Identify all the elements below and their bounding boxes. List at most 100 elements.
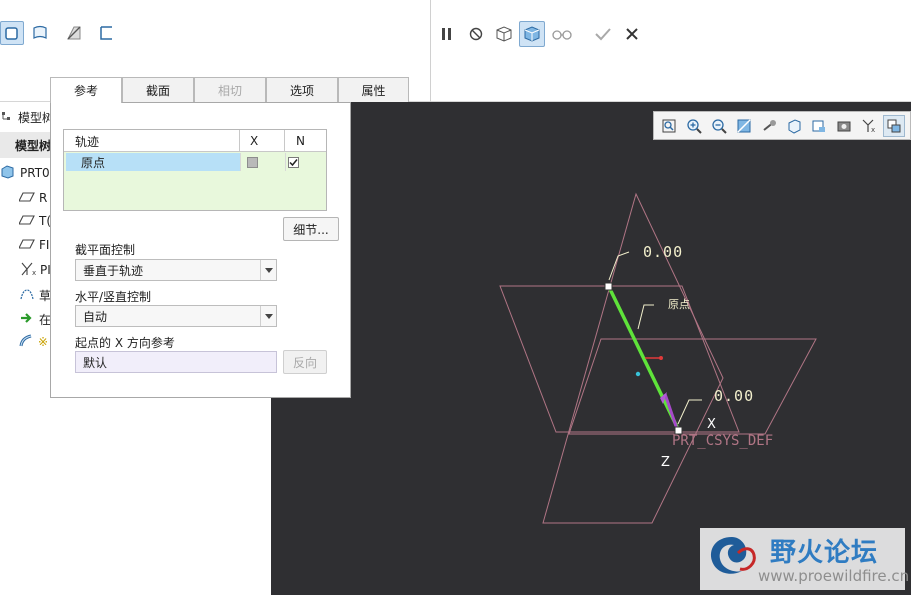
part-icon — [0, 164, 16, 182]
ribbon-divider — [430, 0, 431, 102]
axis-z-label: Z — [661, 455, 670, 470]
pause-icon[interactable] — [435, 22, 459, 46]
tab-options[interactable]: 选项 — [266, 77, 338, 102]
chevron-down-icon — [260, 306, 276, 326]
tree-item-label: ※ — [38, 335, 49, 349]
no-preview-icon[interactable] — [464, 22, 488, 46]
tab-properties[interactable]: 属性 — [338, 77, 409, 102]
flip-button[interactable]: 反向 — [283, 350, 327, 374]
table-row[interactable]: 原点 — [66, 153, 240, 171]
preview-geometry-icon[interactable] — [492, 22, 516, 46]
section-plane-control-value: 垂直于轨迹 — [83, 263, 144, 278]
model-graphics: 0.00 原点 0.00 X Z PRT_CSYS_DEF — [499, 192, 817, 524]
details-button[interactable]: 细节... — [283, 217, 339, 241]
table-header: 轨迹 X N — [64, 130, 326, 152]
thicken-icon[interactable] — [94, 21, 118, 45]
start-arrow-shaft — [663, 393, 679, 430]
watermark-url: www.proewildfire.cn — [758, 567, 910, 585]
col-divider — [240, 153, 241, 171]
insert-arrow-icon — [19, 311, 35, 328]
tree-item-sweep[interactable]: ※ — [19, 331, 48, 353]
tree-item-datum-top[interactable]: T( — [18, 210, 51, 232]
trajectory-table: 轨迹 X N 原点 — [63, 129, 327, 211]
dim-bottom-value: 0.00 — [714, 387, 754, 405]
csys-icon: x — [19, 261, 37, 280]
confirm-check-icon[interactable] — [591, 22, 615, 46]
datum-plane-front — [542, 192, 724, 524]
tree-item-datum-right[interactable]: R — [18, 187, 48, 209]
check-icon — [289, 159, 298, 167]
tree-icon — [0, 110, 14, 125]
surface-icon[interactable] — [28, 21, 52, 45]
trajectory-name: 原点 — [81, 156, 106, 170]
display-style-icon[interactable] — [783, 115, 805, 137]
graphics-viewport[interactable]: 0.00 原点 0.00 X Z PRT_CSYS_DEF — [271, 102, 911, 595]
model-tree-header[interactable]: 模型树 — [0, 106, 54, 128]
solid-icon[interactable] — [0, 21, 24, 45]
datum-display-icon[interactable]: x — [858, 115, 880, 137]
col-divider — [285, 153, 286, 171]
annotation-display-icon[interactable] — [883, 114, 905, 137]
col-trajectory: 轨迹 — [75, 134, 100, 149]
chevron-down-icon — [260, 260, 276, 280]
remove-material-icon[interactable] — [62, 21, 86, 45]
tree-item-csys[interactable]: x PI — [19, 259, 51, 281]
datum-plane-top — [568, 338, 817, 435]
watermark-logo — [710, 537, 756, 574]
model-tree-title: 模型树 — [18, 110, 55, 125]
col-divider — [239, 130, 240, 152]
spin-center-icon[interactable] — [758, 115, 780, 137]
csys-label: PRT_CSYS_DEF — [672, 433, 773, 449]
tree-item-part[interactable]: PRT0 — [0, 162, 50, 184]
refit-icon[interactable] — [658, 115, 680, 137]
section-plane-control-label: 截平面控制 — [75, 243, 136, 257]
tree-item-datum-front[interactable]: FI — [18, 234, 50, 256]
x-direction-reference-label: 起点的 X 方向参考 — [75, 336, 175, 350]
glasses-icon[interactable] — [550, 22, 574, 46]
view-manager-icon[interactable] — [833, 115, 855, 137]
trajectory-endpoint — [604, 282, 613, 291]
watermark-title: 野火论坛 — [770, 538, 879, 568]
tree-item-label: FI — [39, 238, 50, 252]
references-panel: 轨迹 X N 原点 细节... 截平面控制 垂直于轨迹 水平/竖直控制 自动 起… — [50, 102, 351, 398]
x-direction-reference-value: 默认 — [83, 355, 108, 370]
hv-control-select[interactable]: 自动 — [75, 305, 277, 327]
dim-top-leader — [608, 251, 630, 281]
tree-item-label: R — [39, 191, 48, 205]
svg-text:x: x — [32, 269, 36, 277]
tab-tangency[interactable]: 相切 — [194, 77, 266, 102]
sketch-icon — [19, 287, 35, 304]
saved-views-icon[interactable] — [808, 115, 830, 137]
verify-mode-icon[interactable] — [519, 21, 545, 47]
tree-item-sketch[interactable]: 草 — [19, 284, 51, 306]
col-n: N — [296, 134, 305, 148]
section-red-point — [659, 356, 663, 360]
svg-text:x: x — [871, 126, 875, 134]
origin-leader — [637, 304, 654, 330]
axis-x-label: X — [707, 417, 716, 432]
cancel-x-icon[interactable] — [620, 22, 644, 46]
hv-control-value: 自动 — [83, 309, 108, 324]
dim-top-value: 0.00 — [643, 243, 683, 261]
section-plane-control-select[interactable]: 垂直于轨迹 — [75, 259, 277, 281]
x-direction-reference-field[interactable]: 默认 — [75, 351, 277, 373]
model-tree-label: 模型树 — [15, 138, 52, 153]
x-checkbox[interactable] — [247, 157, 258, 168]
tab-references[interactable]: 参考 — [50, 77, 122, 103]
n-checkbox[interactable] — [288, 157, 299, 168]
origin-annotation: 原点 — [668, 298, 690, 311]
datum-plane-icon — [18, 191, 35, 206]
datum-plane-icon — [18, 214, 35, 229]
tree-item-insert-here[interactable]: 在 — [19, 308, 51, 330]
zoom-in-icon[interactable] — [683, 115, 705, 137]
col-x: X — [250, 134, 259, 148]
datum-plane-icon — [18, 238, 35, 253]
dim-bottom-leader — [677, 399, 702, 425]
repaint-icon[interactable] — [733, 115, 755, 137]
zoom-out-icon[interactable] — [708, 115, 730, 137]
col-divider — [284, 130, 285, 152]
view-toolbar: x — [653, 111, 911, 140]
tree-item-label: PRT0 — [20, 166, 50, 180]
tab-sections[interactable]: 截面 — [122, 77, 194, 102]
sweep-icon — [19, 333, 35, 352]
